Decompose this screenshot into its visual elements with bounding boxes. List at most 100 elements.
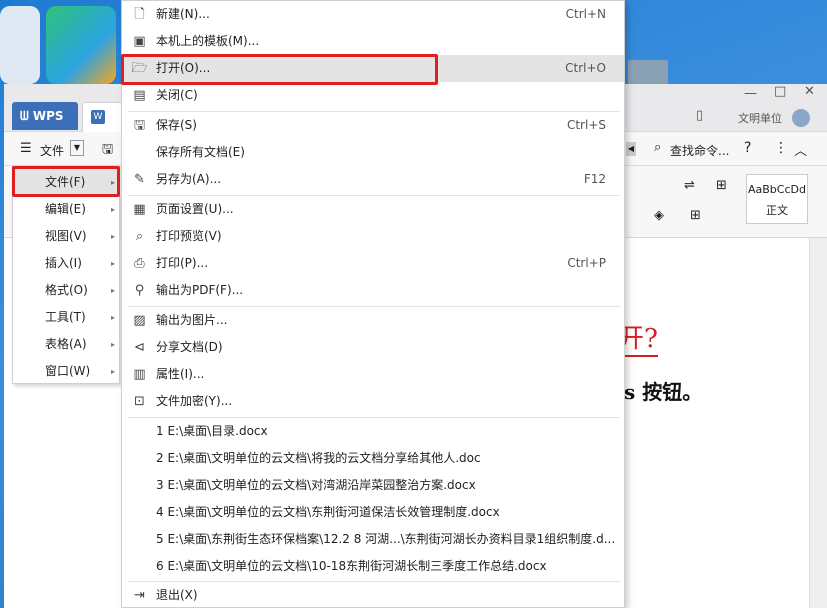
menu-label: 另存为(A)...	[156, 172, 222, 186]
menu-label: 打印预览(V)	[156, 229, 222, 243]
highlight-box-open	[121, 54, 438, 85]
menu-shortcut: Ctrl+P	[567, 256, 606, 270]
menu-label: 打印(P)...	[156, 256, 209, 270]
search-command-input[interactable]: 查找命令...	[670, 142, 729, 159]
printer-icon: ⎙	[134, 256, 145, 271]
maximize-button[interactable]: □	[774, 84, 786, 99]
recent-file-item[interactable]: 1 E:\桌面\目录.docx	[122, 418, 624, 445]
recent-file-item[interactable]: 6 E:\桌面\文明单位的云文档\10-18东荆街河湖长制三季度工作总结.doc…	[122, 553, 624, 580]
menu-print-preview[interactable]: ⌕ 打印预览(V)	[122, 223, 624, 250]
print-preview-icon: ⌕	[135, 229, 144, 244]
save-quick-icon[interactable]: 🖫	[102, 140, 113, 162]
desktop-photo-icon[interactable]	[628, 60, 668, 84]
border-icon[interactable]: ⊞	[716, 178, 727, 193]
recent-file-item[interactable]: 5 E:\桌面\东荆街生态环保档案\12.2 8 河湖...\东荆街河湖长办资料…	[122, 526, 624, 553]
menu-print[interactable]: ⎙ 打印(P)... Ctrl+P	[122, 250, 624, 277]
template-icon: ▣	[133, 34, 146, 49]
menu-label: 输出为PDF(F)...	[156, 283, 244, 297]
menu-item-format[interactable]: 格式(O) ▸	[13, 277, 121, 304]
search-icon[interactable]: ⌕	[654, 140, 661, 155]
share-icon: ⊲	[134, 340, 145, 355]
menu-item-label: 格式(O)	[45, 283, 88, 297]
menu-item-label: 窗口(W)	[45, 364, 91, 378]
style-preview: AaBbCcDd	[748, 183, 806, 196]
menu-item-table[interactable]: 表格(A) ▸	[13, 331, 121, 358]
table-border-icon[interactable]: ⊞	[690, 208, 701, 223]
properties-icon: ▥	[133, 367, 146, 382]
menu-share[interactable]: ⊲ 分享文档(D)	[122, 334, 624, 361]
user-name[interactable]: 文明单位	[738, 110, 782, 126]
image-export-icon: ▨	[133, 313, 146, 328]
highlight-box-file	[12, 166, 120, 197]
recent-file-item[interactable]: 4 E:\桌面\文明单位的云文档\东荆街河道保洁长效管理制度.docx	[122, 499, 624, 526]
more-options-icon[interactable]: ⋮	[774, 140, 788, 156]
menu-encrypt[interactable]: ⊡ 文件加密(Y)...	[122, 388, 624, 415]
help-icon[interactable]: ?	[744, 140, 751, 156]
word-doc-icon: W	[91, 110, 105, 124]
pdf-icon: ⚲	[134, 283, 145, 298]
file-menu-button[interactable]: 文件	[40, 142, 64, 159]
menu-item-label: 视图(V)	[45, 229, 87, 243]
tablet-mode-icon[interactable]: ▯	[696, 108, 703, 123]
desktop-app-icon[interactable]	[46, 6, 116, 84]
menu-label: 退出(X)	[156, 588, 198, 602]
collapse-ribbon-icon[interactable]: ︿	[794, 140, 807, 159]
menu-item-insert[interactable]: 插入(I) ▸	[13, 250, 121, 277]
chevron-right-icon: ▸	[110, 232, 115, 241]
doc-body-fragment: s 按钮。	[624, 380, 703, 404]
classic-menu: 文件(F) ▸ 编辑(E) ▸ 视图(V) ▸ 插入(I) ▸ 格式(O) ▸ 工具(T)…	[12, 166, 121, 385]
menu-item-view[interactable]: 视图(V) ▸	[13, 223, 121, 250]
save-as-icon: ✎	[134, 172, 145, 187]
menu-exit[interactable]: ⇥ 退出(X)	[122, 582, 624, 608]
menu-properties[interactable]: ▥ 属性(I)...	[122, 361, 624, 388]
menu-export-pdf[interactable]: ⚲ 输出为PDF(F)...	[122, 277, 624, 304]
chevron-right-icon: ▸	[110, 205, 115, 214]
tab-document[interactable]: W	[82, 102, 124, 132]
menu-save-as[interactable]: ✎ 另存为(A)... F12	[122, 166, 624, 193]
chevron-right-icon: ▸	[110, 367, 115, 376]
save-icon: 🖫	[133, 118, 146, 133]
menu-item-tools[interactable]: 工具(T) ▸	[13, 304, 121, 331]
menu-template[interactable]: ▣ 本机上的模板(M)...	[122, 28, 624, 55]
menu-label: 关闭(C)	[156, 88, 198, 102]
minimize-button[interactable]: —	[744, 86, 757, 101]
menu-item-edit[interactable]: 编辑(E) ▸	[13, 196, 121, 223]
menu-page-setup[interactable]: ▦ 页面设置(U)...	[122, 196, 624, 223]
menu-save[interactable]: 🖫 保存(S) Ctrl+S	[122, 112, 624, 139]
recent-file-item[interactable]: 2 E:\桌面\文明单位的云文档\将我的云文档分享给其他人.doc	[122, 445, 624, 472]
menu-label: 页面设置(U)...	[156, 202, 234, 216]
line-spacing-icon[interactable]: ⇌	[684, 178, 695, 193]
chevron-right-icon: ▸	[110, 286, 115, 295]
avatar[interactable]	[792, 109, 810, 127]
wps-logo-icon: ᗯ	[20, 109, 29, 123]
menu-item-window[interactable]: 窗口(W) ▸	[13, 358, 121, 385]
recent-file-item[interactable]: 3 E:\桌面\文明单位的云文档\对湾湖沿岸菜园整治方案.docx	[122, 472, 624, 499]
chevron-right-icon: ▸	[110, 313, 115, 322]
shading-icon[interactable]: ◈	[654, 208, 664, 223]
desktop-app-icon[interactable]	[0, 6, 40, 84]
chevron-down-icon[interactable]: ▼	[70, 140, 84, 156]
menu-save-all[interactable]: 保存所有文档(E)	[122, 139, 624, 166]
menu-label: 本机上的模板(M)...	[156, 34, 260, 48]
menu-label: 文件加密(Y)...	[156, 394, 233, 408]
menu-shortcut: Ctrl+S	[566, 118, 606, 132]
style-normal[interactable]: AaBbCcDd 正文	[746, 174, 808, 224]
chevron-right-icon: ▸	[110, 259, 115, 268]
menu-label: 保存所有文档(E)	[156, 145, 245, 159]
vertical-scrollbar[interactable]	[809, 238, 827, 608]
scroll-left-icon[interactable]: ◀	[626, 142, 636, 156]
chevron-right-icon: ▸	[110, 340, 115, 349]
new-doc-icon: 🗋	[134, 7, 145, 22]
menu-item-label: 工具(T)	[45, 310, 86, 324]
close-window-button[interactable]: ✕	[804, 84, 815, 99]
menu-close[interactable]: ▤ 关闭(C)	[122, 82, 624, 109]
exit-icon: ⇥	[134, 588, 145, 603]
encrypt-icon: ⊡	[134, 394, 145, 409]
menu-export-image[interactable]: ▨ 输出为图片...	[122, 307, 624, 334]
tab-wps-home[interactable]: ᗯ WPS	[12, 102, 78, 130]
menu-label: 新建(N)...	[156, 7, 210, 21]
menu-new[interactable]: 🗋 新建(N)... Ctrl+N	[122, 1, 624, 28]
hamburger-icon[interactable]: ☰	[20, 141, 32, 156]
menu-label: 保存(S)	[156, 118, 197, 132]
wps-tab-label: WPS	[32, 109, 64, 123]
